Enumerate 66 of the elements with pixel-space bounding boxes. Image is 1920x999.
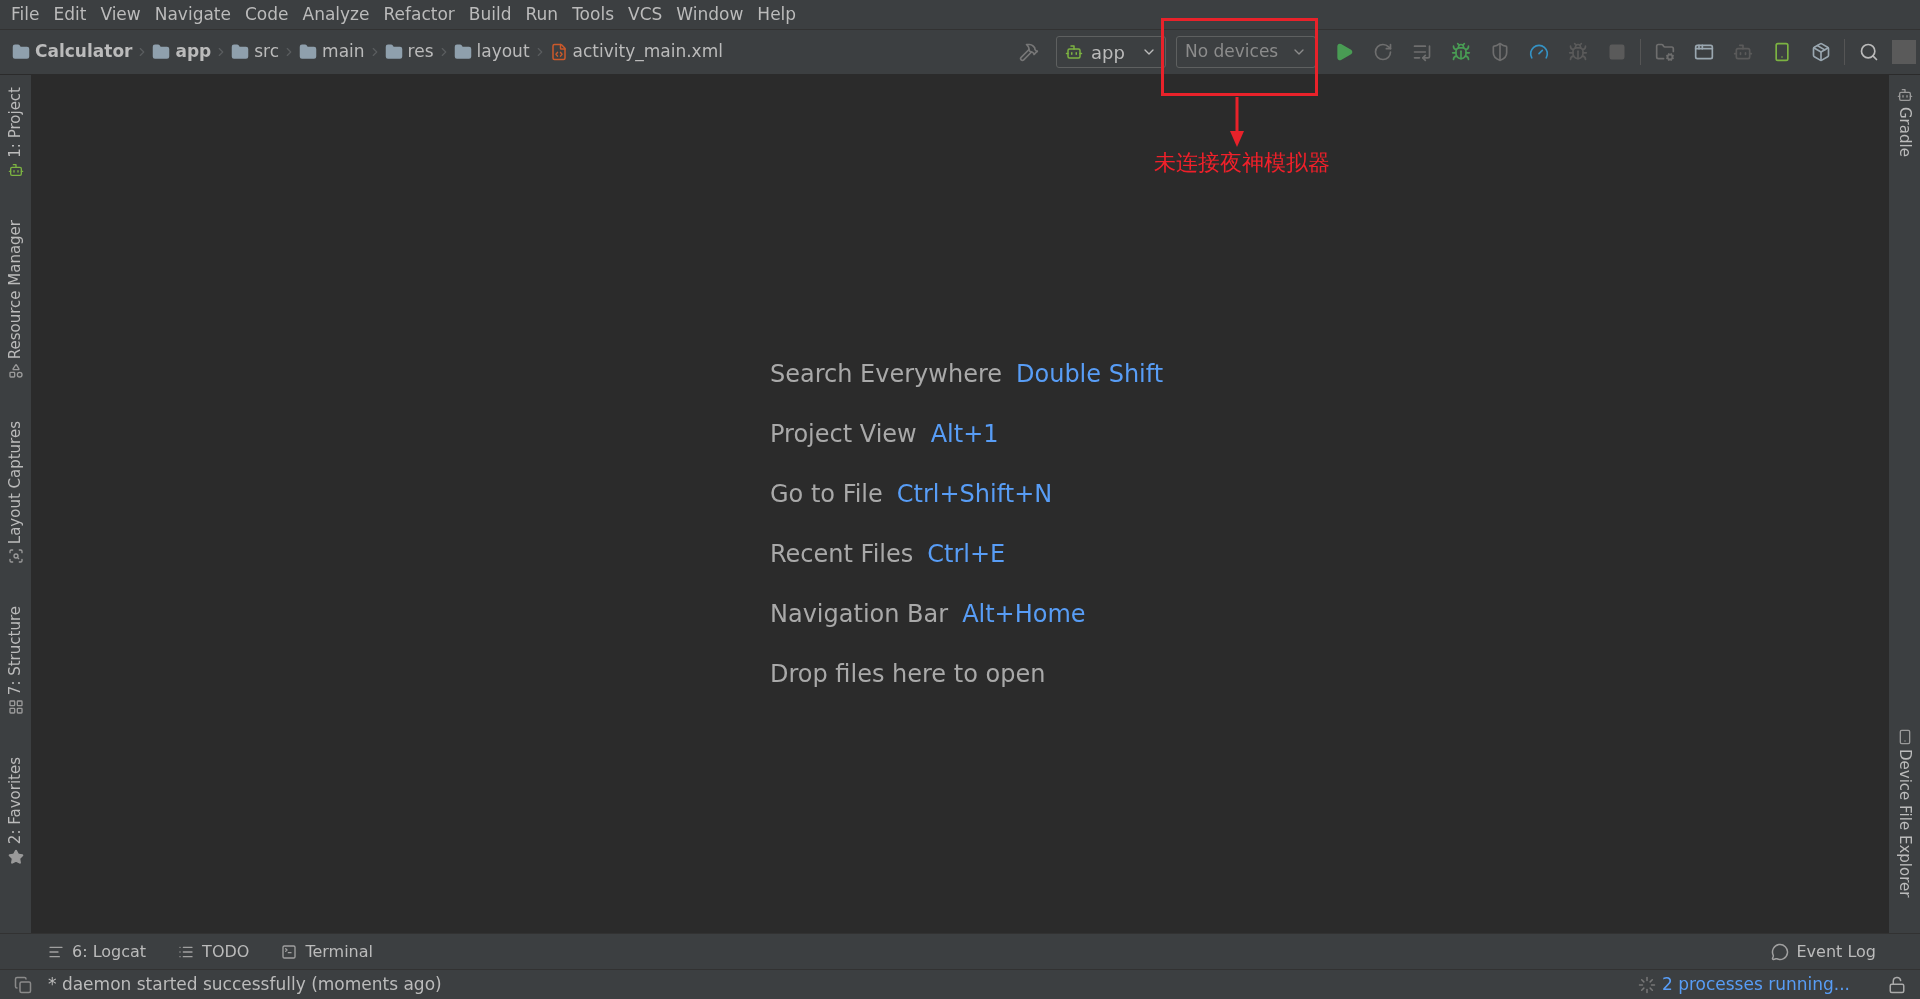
spinner-icon <box>1637 975 1656 994</box>
menu-item[interactable]: Tools <box>565 1 621 28</box>
xml-file-icon <box>549 43 568 61</box>
breadcrumb-item[interactable]: layout <box>453 39 530 65</box>
menu-item[interactable]: Code <box>238 1 296 28</box>
breadcrumb-item[interactable]: res <box>384 39 434 65</box>
hint-label: Navigation Bar <box>770 599 949 630</box>
star-icon <box>7 848 24 865</box>
menu-item[interactable]: Navigate <box>147 1 238 28</box>
android-icon <box>1065 43 1083 61</box>
layout-folder-icon <box>453 43 472 61</box>
shortcut-text: Alt+1 <box>930 419 999 450</box>
tool-window-tab[interactable]: TODO <box>178 939 250 964</box>
shortcut-text: Ctrl+E <box>927 539 1006 570</box>
tool-window-tab[interactable]: Device File Explorer <box>1893 728 1916 897</box>
speech-bubble-icon <box>1770 942 1789 961</box>
menu-item[interactable]: Edit <box>46 1 94 28</box>
folder-icon <box>299 43 318 61</box>
tool-window-tab[interactable]: Gradle <box>1893 87 1916 157</box>
unlock-icon <box>1888 975 1906 994</box>
android-icon <box>7 161 24 178</box>
shortcut-text: Ctrl+Shift+N <box>896 479 1053 510</box>
hint-label: Search Everywhere <box>770 359 1002 390</box>
terminal-icon <box>281 943 298 960</box>
module-folder-icon <box>152 43 171 61</box>
breadcrumb-item[interactable]: app <box>152 39 212 65</box>
breadcrumb-item[interactable]: src <box>231 39 280 65</box>
capture-icon <box>7 548 24 565</box>
annotation-text: 未连接夜神模拟器 <box>1154 149 1330 177</box>
tool-window-tab[interactable]: Terminal <box>281 939 373 964</box>
breadcrumb-item[interactable]: main <box>299 39 365 65</box>
avatar-placeholder <box>1892 40 1916 64</box>
panel-toggle-icon <box>14 975 32 994</box>
status-message: * daemon started successfully (moments ago) <box>48 972 442 996</box>
menu-item[interactable]: VCS <box>621 1 670 28</box>
hint-label: Project View <box>770 419 917 450</box>
menu-item[interactable]: File <box>4 1 47 28</box>
menu-item[interactable]: Run <box>518 1 566 28</box>
tool-window-tab[interactable]: Layout Captures <box>4 421 27 565</box>
event-log-tab[interactable]: Event Log <box>1770 939 1876 964</box>
breadcrumb-item[interactable]: activity_main.xml <box>549 39 723 65</box>
hint-label: Recent Files <box>770 539 914 570</box>
tool-window-tab[interactable]: 1: Project <box>4 87 27 178</box>
menu-item[interactable]: Build <box>461 1 519 28</box>
tool-window-tab[interactable]: 6: Logcat <box>48 939 147 964</box>
breadcrumb-item[interactable]: Calculator <box>12 39 133 65</box>
hint-label: Go to File <box>770 479 883 510</box>
shortcut-text: Double Shift <box>1016 359 1164 390</box>
processes-link[interactable]: 2 processes running... <box>1661 971 1850 998</box>
run-configuration-dropdown[interactable]: app <box>1056 36 1166 68</box>
tool-window-tab[interactable]: 2: Favorites <box>4 757 27 865</box>
shortcut-text: Alt+Home <box>962 599 1086 630</box>
module-folder-icon <box>12 43 30 61</box>
folder-icon <box>231 43 250 61</box>
tool-window-tab[interactable]: Resource Manager <box>4 219 27 379</box>
shapes-icon <box>7 363 24 379</box>
hint-label: Drop files here to open <box>770 659 1046 690</box>
menu-item[interactable]: Analyze <box>295 1 377 28</box>
menu-item[interactable]: Window <box>669 1 751 28</box>
menu-item[interactable]: Help <box>750 1 804 28</box>
menu-item[interactable]: View <box>93 1 148 28</box>
menu-item[interactable]: Refactor <box>376 1 462 28</box>
annotation-arrow <box>1229 97 1245 147</box>
tool-window-tab[interactable]: 7: Structure <box>4 606 27 716</box>
structure-icon <box>7 699 24 716</box>
resource-folder-icon <box>384 43 403 61</box>
